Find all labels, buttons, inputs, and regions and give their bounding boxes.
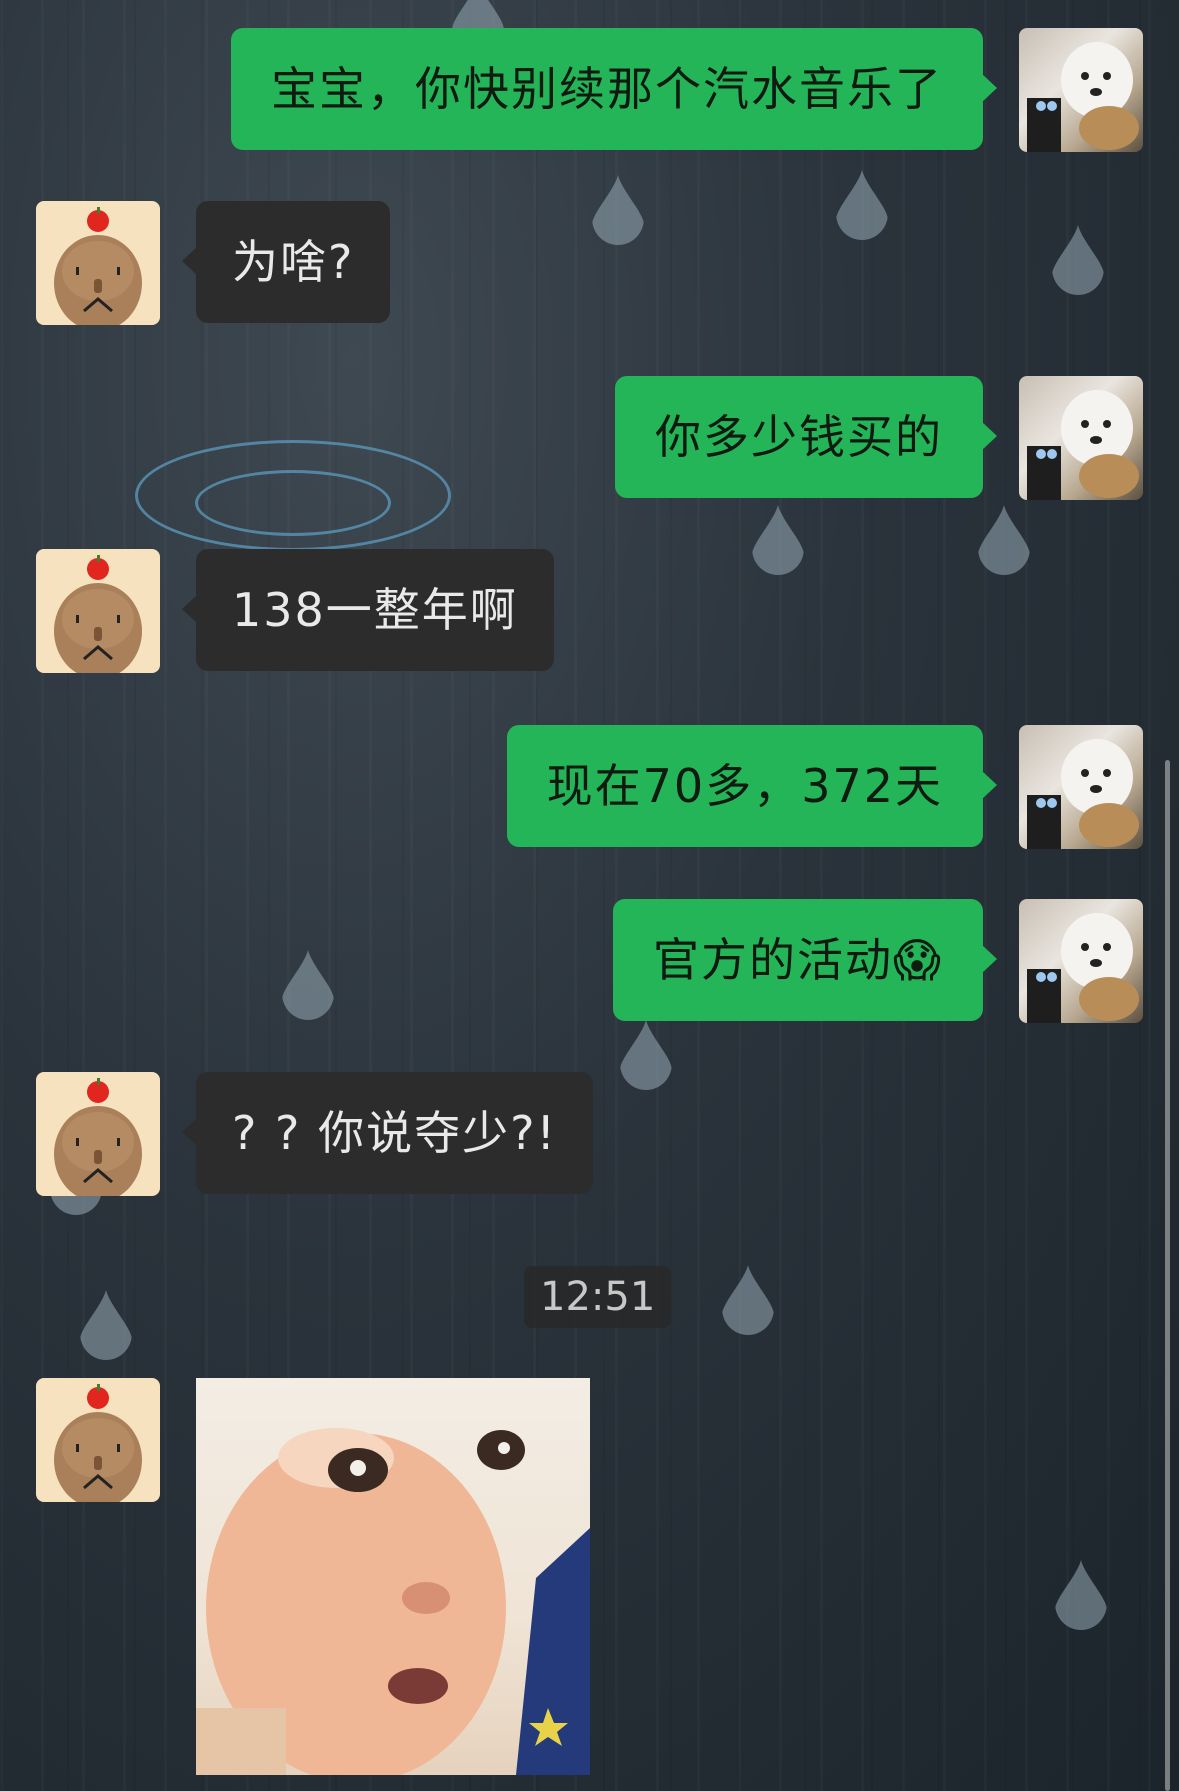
capybara-avatar-icon[interactable] xyxy=(36,549,160,673)
white-dog-avatar-icon[interactable] xyxy=(1019,376,1143,500)
capybara-avatar-icon[interactable] xyxy=(36,1072,160,1196)
my-message-bubble[interactable]: 宝宝，你快别续那个汽水音乐了 xyxy=(231,28,997,150)
screaming-face-emoji-icon: 😱 xyxy=(893,933,943,987)
my-message-bubble[interactable]: 你多少钱买的 xyxy=(615,376,997,498)
my-message-bubble[interactable]: 现在70多，372天 xyxy=(506,725,998,847)
white-dog-avatar-icon[interactable] xyxy=(1019,899,1143,1023)
scrollbar[interactable] xyxy=(1165,760,1170,1791)
my-message-bubble[interactable]: 官方的活动😱 xyxy=(613,899,997,1021)
their-message-bubble[interactable]: ? ? 你说夺少?! xyxy=(182,1072,593,1194)
their-message-bubble[interactable]: 为啥? xyxy=(181,201,391,323)
white-dog-avatar-icon[interactable] xyxy=(1019,725,1143,849)
swirl-decoration xyxy=(195,470,391,536)
surprised-baby-photo[interactable] xyxy=(196,1378,590,1775)
capybara-avatar-icon[interactable] xyxy=(36,1378,160,1502)
capybara-avatar-icon[interactable] xyxy=(36,201,160,325)
white-dog-avatar-icon[interactable] xyxy=(1019,28,1143,152)
their-message-bubble[interactable]: 138一整年啊 xyxy=(182,549,554,671)
message-text: 官方的活动 xyxy=(653,933,894,987)
message-timestamp: 12:51 xyxy=(524,1266,672,1328)
